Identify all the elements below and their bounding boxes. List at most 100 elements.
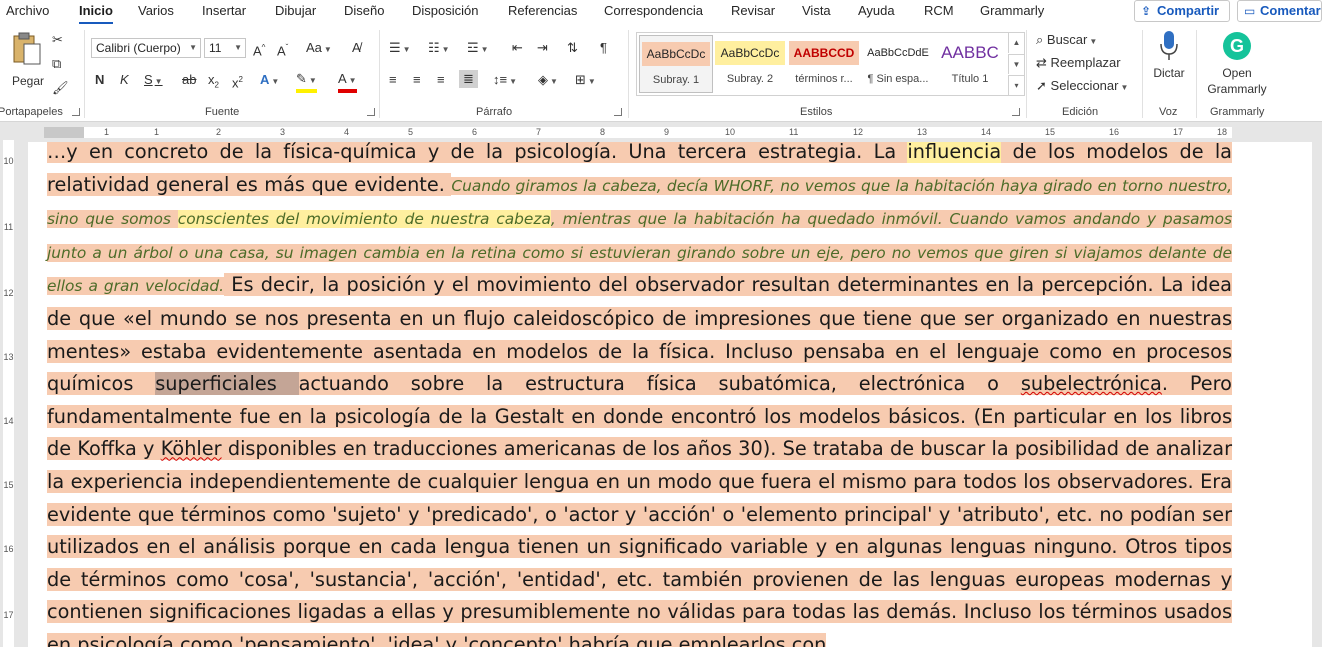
- tab-insertar[interactable]: Insertar: [202, 3, 246, 18]
- dictate-button[interactable]: Dictar: [1148, 30, 1190, 90]
- font-size-value: 11: [209, 41, 222, 55]
- replace-button[interactable]: ⇄ Reemplazar: [1036, 55, 1121, 71]
- separator: [1142, 30, 1143, 118]
- font-launcher[interactable]: [367, 108, 375, 116]
- tab-disposicion[interactable]: Disposición: [412, 3, 478, 18]
- style-name: ¶ Sin espa...: [867, 73, 929, 85]
- borders-icon[interactable]: ⊞ ▼: [575, 72, 596, 90]
- vruler-track: 10 11 12 13 14 15 16 17: [3, 140, 14, 647]
- shading-icon[interactable]: ◈ ▼: [538, 72, 558, 90]
- clipboard-launcher[interactable]: [72, 108, 80, 116]
- microphone-icon: [1160, 31, 1178, 60]
- styles-launcher[interactable]: [1012, 108, 1020, 116]
- ruler-tick: 13: [3, 352, 14, 362]
- tab-referencias[interactable]: Referencias: [508, 3, 577, 18]
- highlight-icon[interactable]: ✎ ▼: [296, 71, 317, 93]
- tab-vista[interactable]: Vista: [802, 3, 831, 18]
- underline-icon[interactable]: S ▼: [144, 72, 163, 90]
- text-run-highlighted: influencia: [907, 142, 1002, 163]
- copy-icon[interactable]: ⧉: [52, 56, 61, 72]
- shrink-font-icon[interactable]: Aˇ: [277, 40, 288, 59]
- document-page[interactable]: …y en concreto de la física-química y de…: [28, 142, 1312, 647]
- ruler-tick: 17: [1173, 127, 1184, 137]
- share-button[interactable]: ⇪ Compartir: [1134, 0, 1230, 22]
- style-name: términos r...: [795, 73, 853, 85]
- ruler-tick: 4: [344, 127, 350, 137]
- search-icon: ⌕: [1036, 32, 1044, 47]
- paste-button[interactable]: Pegar: [8, 32, 48, 92]
- align-center-icon[interactable]: ≡: [413, 72, 421, 88]
- font-color-icon[interactable]: A ▼: [338, 71, 357, 93]
- tab-rcm[interactable]: RCM: [924, 3, 954, 18]
- select-label: Seleccionar: [1050, 78, 1119, 93]
- tab-diseno[interactable]: Diseño: [344, 3, 384, 18]
- font-name-value: Calibri (Cuerpo): [96, 41, 181, 55]
- tab-grammarly[interactable]: Grammarly: [980, 3, 1044, 18]
- replace-icon: ⇄: [1036, 55, 1047, 70]
- gallery-up-button[interactable]: ▲: [1008, 33, 1024, 53]
- ruler-tick: 14: [3, 416, 14, 426]
- text-effects-icon[interactable]: A ▼: [260, 72, 279, 90]
- gallery-more-button[interactable]: ▾: [1008, 75, 1024, 95]
- tab-varios[interactable]: Varios: [138, 3, 174, 18]
- style-tile-subray-1[interactable]: AaBbCcDc Subray. 1: [639, 35, 713, 93]
- comment-icon: ▭: [1244, 4, 1256, 18]
- pilcrow-icon[interactable]: ¶: [600, 40, 607, 56]
- multilevel-list-icon[interactable]: ☲ ▼: [467, 40, 489, 58]
- cut-icon[interactable]: ✂: [52, 32, 63, 48]
- decrease-indent-icon[interactable]: ⇤: [512, 40, 523, 56]
- style-tile-sin-espaciado[interactable]: AaBbCcDdE ¶ Sin espa...: [861, 35, 935, 93]
- tab-inicio[interactable]: Inicio: [79, 3, 113, 25]
- align-left-icon[interactable]: ≡: [389, 72, 397, 88]
- tab-revisar[interactable]: Revisar: [731, 3, 775, 18]
- ruler-tick: 9: [664, 127, 670, 137]
- vertical-ruler[interactable]: 10 11 12 13 14 15 16 17: [0, 140, 18, 647]
- font-size-combo[interactable]: 11 ▼: [204, 38, 246, 58]
- horizontal-ruler[interactable]: 1 1 2 3 4 5 6 7 8 9 10 11 12 13 14 15 16…: [0, 124, 1322, 140]
- share-label: Compartir: [1157, 3, 1220, 18]
- paragraph-launcher[interactable]: [614, 108, 622, 116]
- find-button[interactable]: ⌕ Buscar ▼: [1036, 32, 1097, 50]
- text-run-spelling-error: subelectrónica: [1020, 372, 1162, 396]
- style-tile-titulo-1[interactable]: AABBC Título 1: [933, 35, 1007, 93]
- ruler-tick: 15: [3, 480, 14, 490]
- voice-group-label: Voz: [1159, 106, 1178, 118]
- ribbon: Pegar ✂ ⧉ 🖌 Portapapeles Calibri (Cuerpo…: [0, 24, 1322, 122]
- gallery-down-button[interactable]: ▼: [1008, 54, 1024, 74]
- align-right-icon[interactable]: ≡: [437, 72, 445, 88]
- format-painter-icon[interactable]: 🖌: [52, 80, 69, 96]
- strikethrough-icon[interactable]: ab: [182, 72, 196, 88]
- tab-dibujar[interactable]: Dibujar: [275, 3, 316, 18]
- ruler-track: 1 1 2 3 4 5 6 7 8 9 10 11 12 13 14 15 16…: [44, 127, 1232, 138]
- bold-icon[interactable]: N: [95, 72, 104, 88]
- superscript-icon[interactable]: x2: [232, 72, 243, 91]
- ruler-tick: 7: [536, 127, 542, 137]
- separator: [1026, 30, 1027, 118]
- sort-icon[interactable]: ⇅: [567, 40, 578, 56]
- document-body[interactable]: …y en concreto de la física-química y de…: [47, 142, 1233, 647]
- select-button[interactable]: ➚ Seleccionar ▼: [1036, 78, 1128, 96]
- tab-correspondencia[interactable]: Correspondencia: [604, 3, 703, 18]
- font-name-combo[interactable]: Calibri (Cuerpo) ▼: [91, 38, 201, 58]
- italic-icon[interactable]: K: [120, 72, 129, 88]
- ruler-tick: 18: [1217, 127, 1228, 137]
- tab-ayuda[interactable]: Ayuda: [858, 3, 895, 18]
- open-grammarly-button[interactable]: G Open Grammarly: [1202, 30, 1272, 100]
- subscript-icon[interactable]: x2: [208, 72, 219, 94]
- clear-format-icon[interactable]: A̸: [352, 40, 361, 56]
- style-tile-terminos[interactable]: AABBCCD términos r...: [787, 35, 861, 93]
- line-spacing-icon[interactable]: ↕≡ ▼: [493, 72, 517, 90]
- bullets-icon[interactable]: ☰ ▼: [389, 40, 411, 58]
- comments-button[interactable]: ▭ Comentarios: [1237, 0, 1322, 22]
- numbering-icon[interactable]: ☷ ▼: [428, 40, 450, 58]
- justify-icon[interactable]: ≣: [459, 70, 478, 88]
- increase-indent-icon[interactable]: ⇥: [537, 40, 548, 56]
- style-tile-subray-2[interactable]: AaBbCcDc Subray. 2: [713, 35, 787, 93]
- grow-font-icon[interactable]: A^: [253, 40, 265, 59]
- grammarly-group-label: Grammarly: [1210, 106, 1265, 118]
- change-case-icon[interactable]: Aa ▼: [306, 40, 332, 58]
- style-sample: AaBbCcDc: [715, 41, 785, 65]
- text-run: …y en concreto de la física-química y de…: [47, 142, 908, 163]
- tab-archivo[interactable]: Archivo: [6, 3, 49, 18]
- text-run: disponibles en traducciones americanas d…: [47, 437, 1232, 647]
